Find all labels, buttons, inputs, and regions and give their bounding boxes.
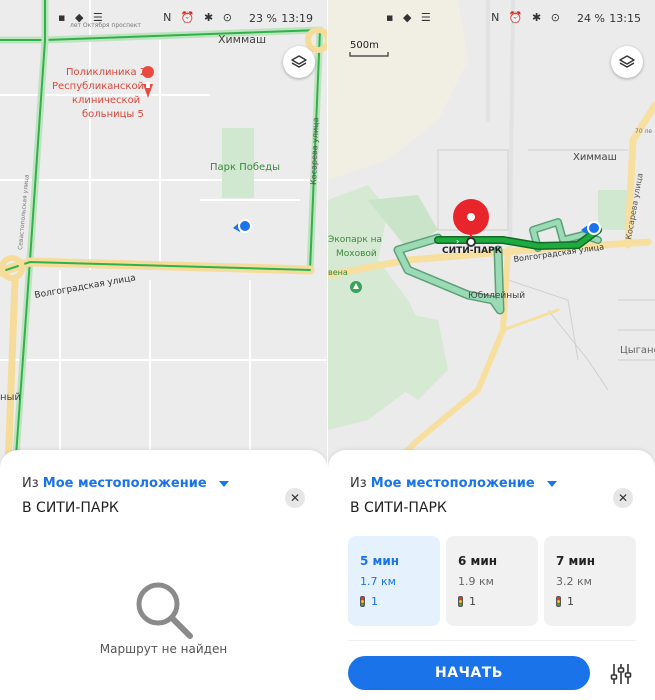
route-not-found-text: Маршрут не найден <box>99 642 228 656</box>
left-screen: Химмаш лет Октября проспект Поликлиника … <box>0 0 327 700</box>
label-70: 70 ле <box>635 128 652 135</box>
label-city-park: СИТИ-ПАРК <box>442 246 503 256</box>
from-location[interactable]: Мое местоположение <box>43 476 207 491</box>
label-vena: вена <box>328 268 348 277</box>
route-option-3[interactable]: 7 мин 3.2 км 1 <box>544 536 636 626</box>
layers-button[interactable] <box>611 46 643 78</box>
route-arrow-icon: › <box>456 237 459 246</box>
route-duration: 6 мин <box>458 554 498 568</box>
from-prefix: Из <box>350 476 367 491</box>
status-bar: ▪ ◆ ☰ N ⏰ ✱ ⊙ 24 % 13:15 <box>328 0 655 34</box>
label-clinic-4: больницы 5 <box>82 109 144 120</box>
label-clinic-1: Поликлиника 2 <box>66 67 146 78</box>
route-duration: 5 мин <box>360 554 400 568</box>
battery-level: 24 % <box>577 12 605 25</box>
status-icons: N ⏰ ✱ ⊙ <box>491 11 563 24</box>
label-ekopark-2: Моховой <box>336 249 377 259</box>
status-icons-left: ▪ ◆ ☰ <box>386 11 434 24</box>
label-clinic-3: клинической <box>72 95 140 106</box>
close-button[interactable]: ✕ <box>285 488 305 508</box>
park-marker-icon[interactable] <box>350 281 362 293</box>
map-view[interactable]: Химмаш лет Октября проспект Поликлиника … <box>0 0 327 470</box>
destination-title: В СИТИ-ПАРК <box>350 500 447 516</box>
route-duration: 7 мин <box>556 554 596 568</box>
from-row[interactable]: Из Мое местоположение <box>22 476 229 491</box>
traffic-light-count: 1 <box>567 595 574 608</box>
map-view[interactable]: 500m › СИТИ-ПАРК Химмаш 70 ле Экопарк на… <box>328 0 655 470</box>
traffic-light-icon <box>360 596 365 607</box>
layers-icon <box>619 55 635 68</box>
from-prefix: Из <box>22 476 39 491</box>
route-options: 5 мин 1.7 км 1 6 мин 1.9 км 1 7 мин 3.2 … <box>348 536 636 626</box>
dropdown-caret-icon[interactable] <box>218 480 229 487</box>
route-option-2[interactable]: 6 мин 1.9 км 1 <box>446 536 538 626</box>
traffic-lights-row: 1 <box>458 595 538 608</box>
label-himmash: Химмаш <box>573 152 617 163</box>
destination-title: В СИТИ-ПАРК <box>22 500 119 516</box>
traffic-light-icon <box>458 596 463 607</box>
label-jubilee: Юбилейный <box>468 291 525 301</box>
start-button[interactable]: НАЧАТЬ <box>348 656 590 690</box>
status-time: 13:19 <box>281 12 313 25</box>
scale-label: 500m <box>350 40 379 51</box>
dropdown-caret-icon[interactable] <box>546 480 557 487</box>
status-bar: ▪ ◆ ☰ N ⏰ ✱ ⊙ 23 % 13:19 <box>0 0 327 34</box>
close-button[interactable]: ✕ <box>613 488 633 508</box>
traffic-lights-row: 1 <box>360 595 440 608</box>
status-time: 13:15 <box>609 12 641 25</box>
battery-level: 23 % <box>249 12 277 25</box>
right-screen: 500m › СИТИ-ПАРК Химмаш 70 ле Экопарк на… <box>328 0 655 700</box>
label-clinic-2: Республиканской <box>52 81 144 92</box>
label-himmash: Химмаш <box>218 33 266 46</box>
label-park: Парк Победы <box>210 162 280 173</box>
search-icon <box>136 582 193 639</box>
traffic-light-count: 1 <box>469 595 476 608</box>
from-row[interactable]: Из Мое местоположение <box>350 476 557 491</box>
traffic-light-icon <box>556 596 561 607</box>
route-sheet: Из Мое местоположение В СИТИ-ПАРК ✕ 5 ми… <box>328 450 655 700</box>
divider-line <box>348 640 636 641</box>
status-icons-left: ▪ ◆ ☰ <box>58 11 106 24</box>
route-distance: 3.2 км <box>556 575 592 588</box>
label-ekopark-1: Экопарк на <box>328 235 382 245</box>
traffic-lights-row: 1 <box>556 595 636 608</box>
route-settings-icon[interactable] <box>608 662 634 686</box>
route-distance: 1.9 км <box>458 575 494 588</box>
label-tsygan: Цыгано <box>620 345 655 356</box>
traffic-light-count: 1 <box>371 595 378 608</box>
route-option-1[interactable]: 5 мин 1.7 км 1 <box>348 536 440 626</box>
layers-icon <box>291 55 307 68</box>
from-location[interactable]: Мое местоположение <box>371 476 535 491</box>
status-icons: N ⏰ ✱ ⊙ <box>163 11 235 24</box>
route-distance: 1.7 км <box>360 575 396 588</box>
route-sheet: Из Мое местоположение В СИТИ-ПАРК ✕ Марш… <box>0 450 327 700</box>
layers-button[interactable] <box>283 46 315 78</box>
label-nyi: ный <box>0 392 21 403</box>
